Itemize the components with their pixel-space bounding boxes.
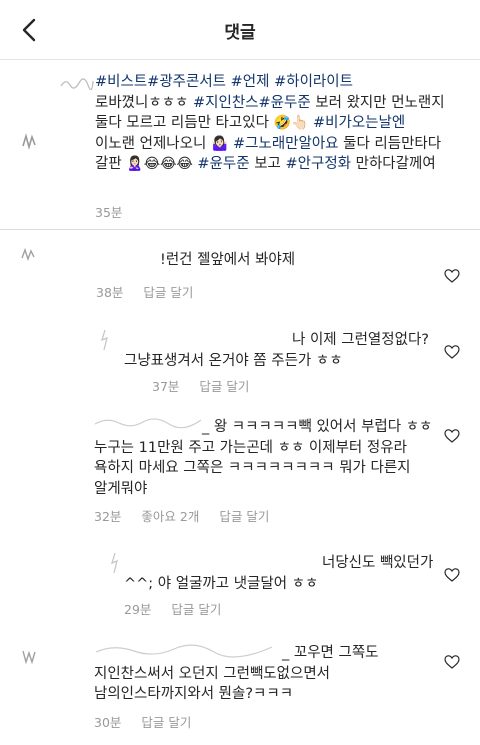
redacted-username-scribble	[60, 78, 94, 90]
hashtag-link[interactable]: #비스트#광주콘서트	[95, 74, 226, 90]
comment-meta: 29분 답글 달기	[124, 599, 241, 618]
caption-text-segment: 보고	[249, 156, 286, 172]
comment-meta: 38분 답글 달기	[96, 282, 213, 301]
redacted-username-scribble	[100, 329, 108, 351]
comment-timestamp: 29분	[124, 602, 152, 617]
redacted-username-scribble	[110, 552, 118, 574]
caption-text-segment: 만하다갈께여	[351, 156, 436, 172]
reply-button[interactable]: 답글 달기	[143, 285, 193, 300]
heart-icon[interactable]	[444, 428, 460, 444]
comment-item: !런건 젤앞에서 봐야제 38분 답글 달기	[0, 242, 480, 302]
caption-timestamp: 35분	[95, 205, 123, 220]
comment-timestamp: 30분	[94, 715, 122, 730]
comment-text: 너당신도 빽있던가^^; 야 얼굴까고 냇글달어 ㅎㅎ	[124, 555, 434, 592]
header-bar: 댓글	[0, 0, 480, 60]
heart-icon[interactable]	[444, 567, 460, 583]
hashtag-link[interactable]: #지인찬스#윤두준	[193, 95, 311, 111]
caption-text-segment: 로바꼈니ㅎㅎㅎ	[95, 94, 193, 111]
heart-icon[interactable]	[444, 654, 460, 670]
reply-button[interactable]: 답글 달기	[171, 602, 221, 617]
hashtag-link[interactable]: #안구정화	[286, 156, 352, 172]
caption-text: #비스트#광주콘서트 #언제 #하이라이트 로바꼈니ㅎㅎㅎ #지인찬스#윤두준 …	[95, 72, 445, 175]
hashtag-link[interactable]: #그노래만알아요	[233, 136, 339, 152]
emoji: 🤣👆🏻	[273, 115, 309, 131]
hashtag-link[interactable]: #언제	[231, 74, 270, 90]
caption-text-segment: 이노랜 언제나오니	[95, 135, 211, 152]
heart-icon[interactable]	[444, 268, 460, 284]
comment-item: _ 꼬우면 그쪽도 지인찬스써서 오던지 그런빽도없으면서 남의인스타까지와서 …	[0, 638, 480, 738]
comment-meta: 32분 좋아요 2개 답글 달기	[94, 506, 289, 525]
emoji: 🙎🏻‍♀️😂😂😂	[126, 156, 193, 172]
comment-text: 나 이제 그런열정없다? 그냥표생겨서 온거야 쫌 주든가 ㅎㅎ	[124, 332, 429, 369]
comment-text: !런건 젤앞에서 봐야제	[160, 252, 296, 268]
emoji: 🤷🏻‍♀️	[210, 135, 229, 152]
comment-text: _ 꼬우면 그쪽도 지인찬스써서 오던지 그런빽도없으면서 남의인스타까지와서 …	[94, 645, 379, 702]
comment-item: 나 이제 그런열정없다? 그냥표생겨서 온거야 쫌 주든가 ㅎㅎ 37분 답글 달…	[0, 322, 480, 397]
hashtag-link[interactable]: #하이라이트	[274, 74, 353, 90]
reply-button[interactable]: 답글 달기	[219, 509, 269, 524]
hashtag-link[interactable]: #비가오는날엔	[313, 115, 405, 131]
avatar[interactable]	[20, 246, 38, 264]
comment-item: 너당신도 빽있던가^^; 야 얼굴까고 냇글달어 ㅎㅎ 29분 답글 달기	[0, 545, 480, 625]
comment-timestamp: 32분	[94, 509, 122, 524]
comment-item: _ 왕 ㅋㅋㅋㅋㅋ빽 있어서 부럽다 ㅎㅎ 누구는 11만원 주고 가는곤데 ㅎ…	[0, 412, 480, 525]
post-caption: #비스트#광주콘서트 #언제 #하이라이트 로바꼈니ㅎㅎㅎ #지인찬스#윤두준 …	[0, 60, 480, 230]
avatar[interactable]	[20, 648, 38, 666]
like-count[interactable]: 좋아요 2개	[141, 509, 199, 524]
comment-text: _ 왕 ㅋㅋㅋㅋㅋ빽 있어서 부럽다 ㅎㅎ 누구는 11만원 주고 가는곤데 ㅎ…	[94, 419, 433, 497]
heart-icon[interactable]	[444, 344, 460, 360]
reply-button[interactable]: 답글 달기	[199, 379, 249, 394]
comment-timestamp: 37분	[152, 379, 180, 394]
avatar[interactable]	[20, 132, 40, 152]
hashtag-link[interactable]: #윤두준	[197, 156, 249, 172]
comment-meta: 30분 답글 달기	[94, 712, 211, 731]
comment-meta: 37분 답글 달기	[152, 376, 269, 395]
page-title: 댓글	[224, 23, 256, 43]
comment-timestamp: 38분	[96, 285, 124, 300]
reply-button[interactable]: 답글 달기	[141, 715, 191, 730]
